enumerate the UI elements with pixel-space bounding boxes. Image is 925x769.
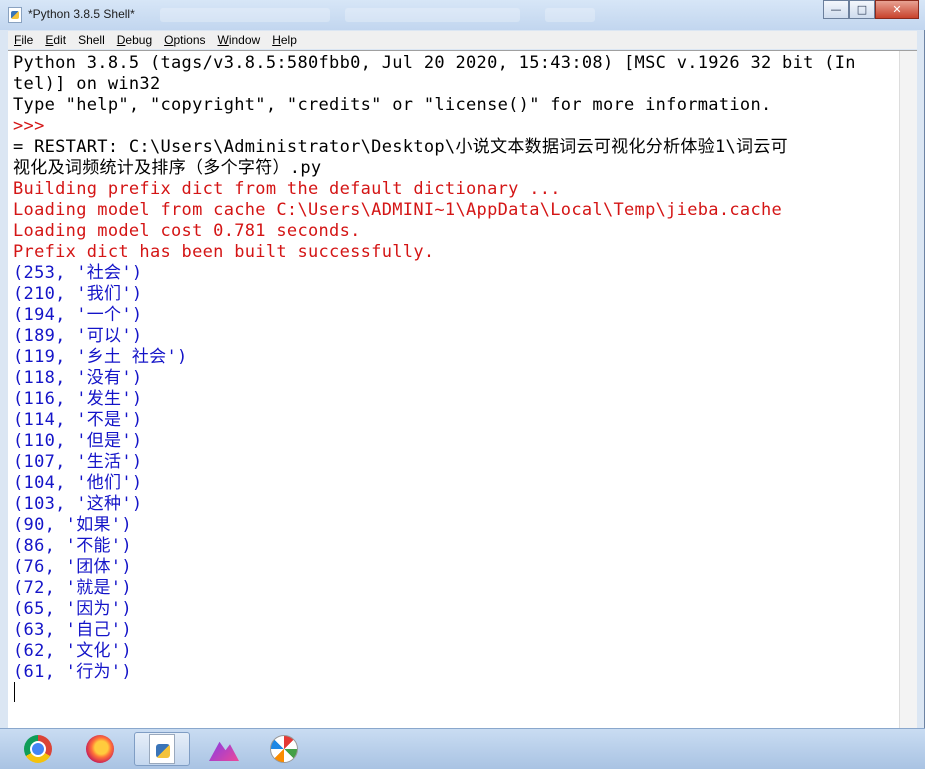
menu-debug[interactable]: Debug (111, 33, 158, 47)
python-idle-icon (8, 7, 22, 23)
text-cursor (14, 682, 15, 702)
menu-file[interactable]: File (8, 33, 39, 47)
idle-shell-window: *Python 3.8.5 Shell* — □ ✕ File Edit She… (0, 0, 925, 729)
result-line: (194, '一个') (13, 305, 143, 325)
result-line: (65, '因为') (13, 599, 132, 619)
restart-line: = RESTART: C:\Users\Administrator\Deskto… (13, 137, 788, 157)
banner-line: Python 3.8.5 (tags/v3.8.5:580fbb0, Jul 2… (13, 53, 856, 73)
taskbar-firefox[interactable] (72, 732, 128, 766)
title-bar[interactable]: *Python 3.8.5 Shell* — □ ✕ (0, 0, 925, 30)
minimize-button[interactable]: — (823, 0, 849, 19)
stderr-line: Building prefix dict from the default di… (13, 179, 561, 199)
vertical-scrollbar[interactable] (899, 51, 917, 729)
result-line: (119, '乡土 社会') (13, 347, 188, 367)
menu-bar: File Edit Shell Debug Options Window Hel… (8, 31, 917, 49)
result-line: (253, '社会') (13, 263, 143, 283)
window-controls: — □ ✕ (823, 0, 919, 19)
result-line: (114, '不是') (13, 410, 143, 430)
result-line: (116, '发生') (13, 389, 143, 409)
taskbar-mountain-app[interactable] (196, 732, 252, 766)
maximize-button[interactable]: □ (849, 0, 875, 19)
banner-line: tel)] on win32 (13, 74, 161, 94)
result-line: (118, '没有') (13, 368, 143, 388)
stderr-line: Loading model from cache C:\Users\ADMINI… (13, 200, 783, 220)
result-line: (210, '我们') (13, 284, 143, 304)
close-button[interactable]: ✕ (875, 0, 919, 19)
result-line: (90, '如果') (13, 515, 132, 535)
pinwheel-app-icon (270, 735, 298, 763)
menu-window[interactable]: Window (212, 33, 267, 47)
result-line: (86, '不能') (13, 536, 132, 556)
window-title: *Python 3.8.5 Shell* (28, 7, 135, 21)
background-window-tab (160, 8, 330, 22)
menu-edit[interactable]: Edit (39, 33, 72, 47)
result-line: (110, '但是') (13, 431, 143, 451)
chrome-icon (24, 735, 52, 763)
shell-text-area[interactable]: Python 3.8.5 (tags/v3.8.5:580fbb0, Jul 2… (8, 50, 917, 729)
result-line: (61, '行为') (13, 662, 132, 682)
taskbar-chrome[interactable] (10, 732, 66, 766)
result-line: (189, '可以') (13, 326, 143, 346)
menu-help[interactable]: Help (266, 33, 303, 47)
result-line: (104, '他们') (13, 473, 143, 493)
result-line: (72, '就是') (13, 578, 132, 598)
result-line: (63, '自己') (13, 620, 132, 640)
stderr-line: Loading model cost 0.781 seconds. (13, 221, 361, 241)
menu-shell[interactable]: Shell (72, 33, 111, 47)
result-line: (62, '文化') (13, 641, 132, 661)
shell-prompt: >>> (13, 116, 45, 136)
result-line: (76, '团体') (13, 557, 132, 577)
idle-icon (149, 734, 175, 764)
taskbar (0, 728, 925, 769)
menu-options[interactable]: Options (158, 33, 211, 47)
taskbar-pinwheel-app[interactable] (256, 732, 312, 766)
banner-line: Type "help", "copyright", "credits" or "… (13, 95, 772, 115)
background-window-tab (545, 8, 595, 22)
firefox-icon (86, 735, 114, 763)
background-window-tab (345, 8, 520, 22)
result-line: (107, '生活') (13, 452, 143, 472)
stderr-line: Prefix dict has been built successfully. (13, 242, 435, 262)
taskbar-idle[interactable] (134, 732, 190, 766)
restart-line: 视化及词频统计及排序（多个字符）.py (13, 158, 322, 178)
mountain-app-icon (209, 741, 239, 761)
result-line: (103, '这种') (13, 494, 143, 514)
